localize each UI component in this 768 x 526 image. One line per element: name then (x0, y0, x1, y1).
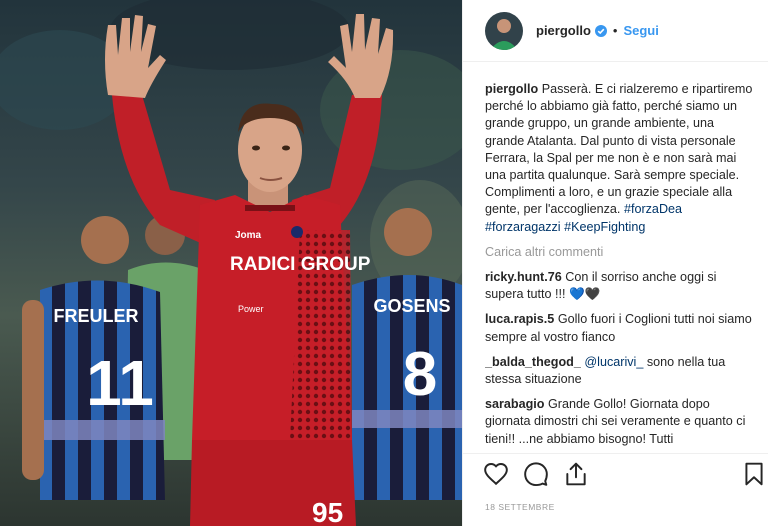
comment-username[interactable]: luca.rapis.5 (485, 312, 554, 326)
header-separator: • (612, 23, 618, 38)
hashtag-forzadea[interactable]: #forzaDea (624, 202, 682, 216)
comments-list[interactable]: piergollo Passerà. E ci rialzeremo e rip… (485, 81, 755, 453)
hashtag-keepfighting[interactable]: #KeepFighting (564, 220, 645, 234)
caption-username[interactable]: piergollo (485, 82, 538, 96)
comment-item: _balda_thegod_ @lucarivi_ sono nella tua… (485, 354, 755, 388)
svg-text:FREULER: FREULER (54, 306, 139, 326)
post-actions-bar (463, 453, 768, 493)
black-heart-emoji: 🖤 (584, 287, 601, 302)
comment-bubble-icon[interactable] (523, 461, 549, 487)
post-side-panel: piergollo • Segui piergollo Passerà. E c… (462, 0, 768, 526)
comment-item: sarabagio Grande Gollo! Giornata dopo gi… (485, 396, 755, 448)
avatar-image (485, 11, 523, 50)
comment-username[interactable]: sarabagio (485, 397, 545, 411)
heart-outline-icon[interactable] (483, 461, 509, 487)
svg-text:GOSENS: GOSENS (373, 296, 450, 316)
post-photo[interactable]: FREULER 11 GOSENS 8 Joma RADICI GROUP Po… (0, 0, 462, 526)
post-date: 18 SETTEMBRE (485, 502, 555, 512)
avatar[interactable] (485, 11, 523, 50)
comment-username[interactable]: _balda_thegod_ (485, 355, 581, 369)
blue-heart-emoji: 💙 (569, 287, 585, 302)
bookmark-icon[interactable] (741, 461, 767, 487)
header-username[interactable]: piergollo (536, 23, 591, 38)
verified-badge-icon (594, 24, 607, 37)
goalkeeper-photo: FREULER 11 GOSENS 8 Joma RADICI GROUP Po… (0, 0, 462, 526)
post-header: piergollo • Segui (463, 0, 768, 62)
caption-text: Passerà. E ci rialzeremo e ripartiremo p… (485, 82, 753, 217)
hashtag-forzaragazzi[interactable]: #forzaragazzi (485, 220, 561, 234)
comment-item: ricky.hunt.76 Con il sorriso anche oggi … (485, 269, 755, 303)
follow-button[interactable]: Segui (623, 23, 658, 38)
comment-username[interactable]: ricky.hunt.76 (485, 270, 562, 284)
svg-text:Joma: Joma (235, 230, 262, 241)
comment-mention[interactable]: @lucarivi_ (584, 355, 643, 369)
load-more-comments-button[interactable]: Carica altri commenti (485, 244, 755, 261)
comment-item: luca.rapis.5 Gollo fuori i Coglioni tutt… (485, 311, 755, 345)
post-caption: piergollo Passerà. E ci rialzeremo e rip… (485, 81, 755, 236)
svg-text:8: 8 (403, 340, 437, 409)
svg-text:Power: Power (238, 304, 264, 314)
svg-text:RADICI GROUP: RADICI GROUP (230, 254, 371, 275)
svg-text:11: 11 (86, 347, 154, 419)
share-icon[interactable] (563, 461, 589, 487)
svg-text:95: 95 (312, 497, 343, 526)
